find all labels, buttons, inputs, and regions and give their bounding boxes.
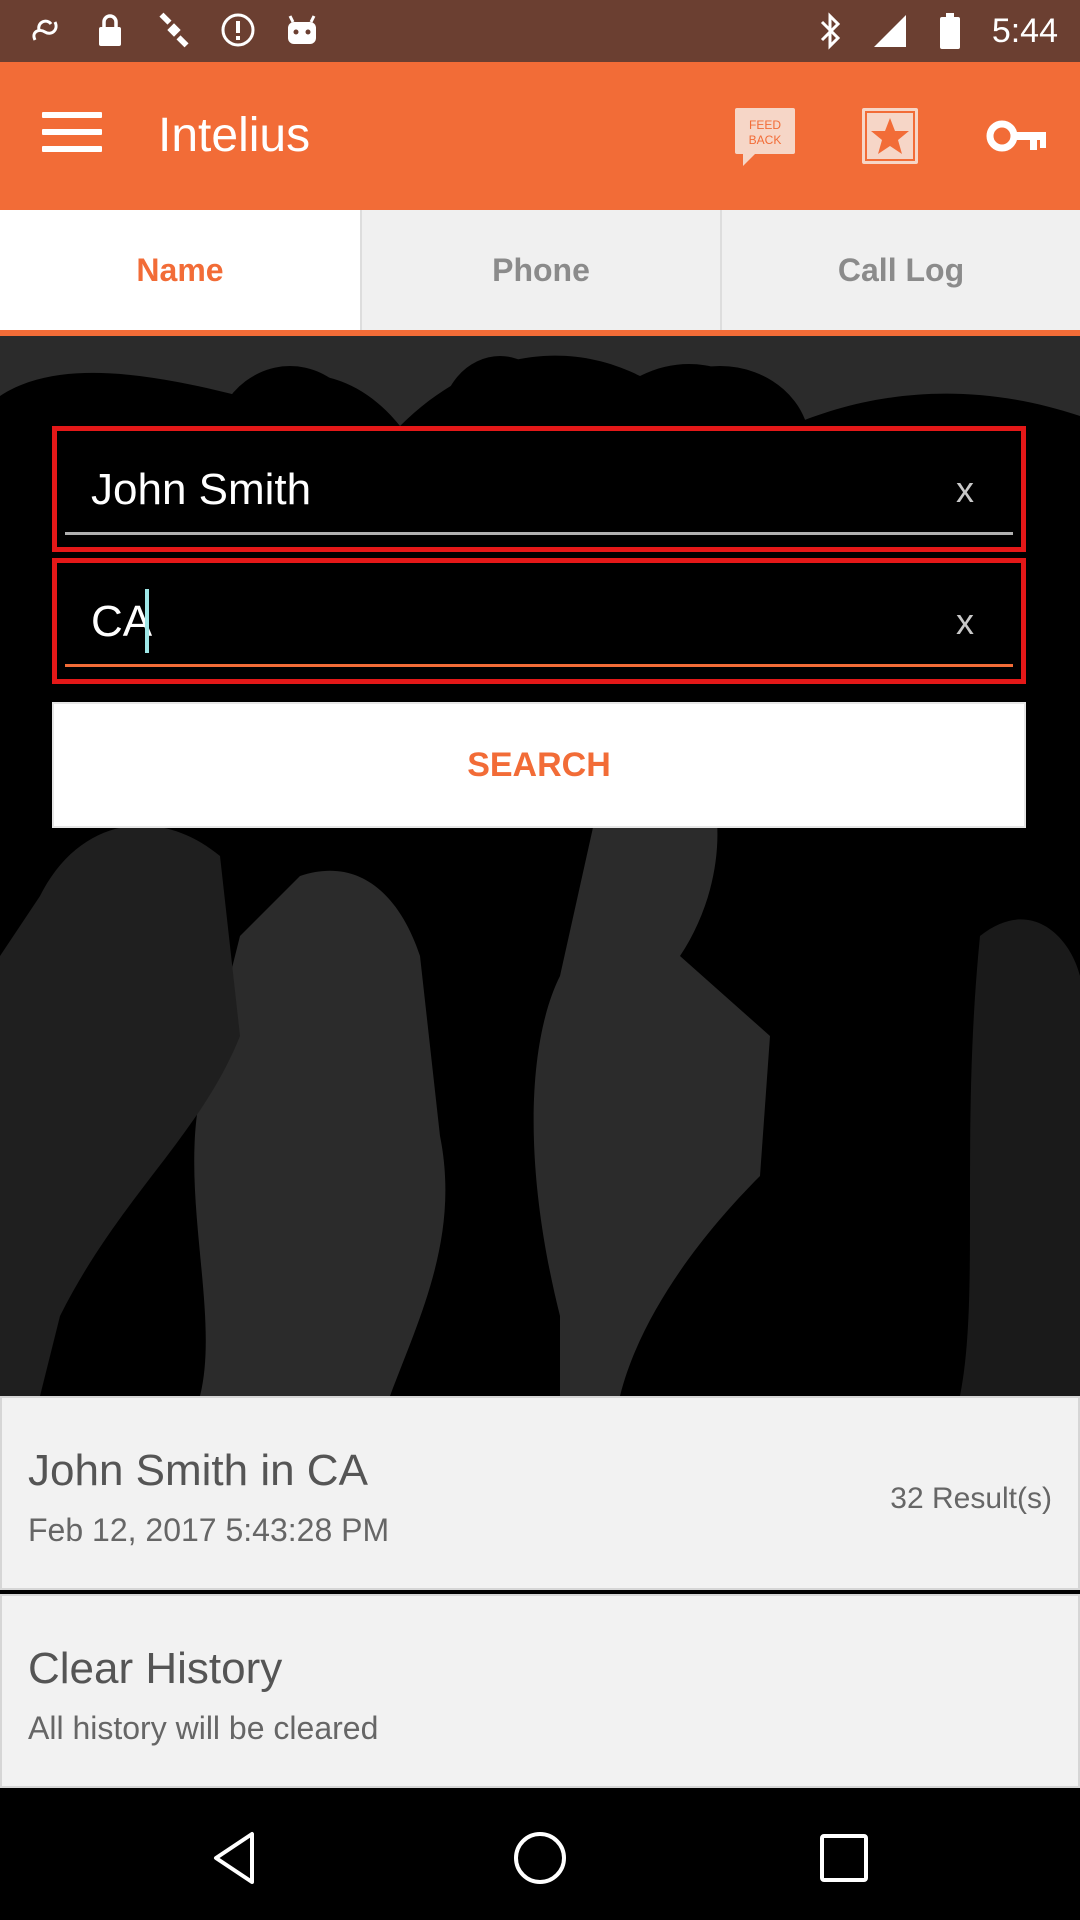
tab-call-log[interactable]: Call Log	[720, 210, 1080, 330]
home-icon[interactable]	[510, 1828, 570, 1888]
clock: 5:44	[991, 12, 1058, 50]
name-input-underline	[65, 532, 1013, 535]
clear-name-button[interactable]: x	[943, 465, 987, 515]
navigation-bar	[0, 1792, 1080, 1920]
alert-icon	[220, 10, 256, 50]
text-cursor	[145, 589, 149, 653]
android-icon	[284, 10, 320, 50]
tab-bar: Name Phone Call Log	[0, 210, 1080, 336]
lock-icon	[92, 10, 128, 50]
history-item-result-count: 32 Result(s)	[890, 1482, 1052, 1515]
feedback-label-line1: FEED	[749, 118, 781, 132]
key-button[interactable]	[986, 104, 1050, 168]
name-field-container: x	[52, 426, 1026, 552]
name-input[interactable]	[89, 459, 933, 521]
feedback-button[interactable]: FEED BACK	[733, 104, 797, 168]
clear-history-description: All history will be cleared	[28, 1710, 379, 1746]
history-item[interactable]: John Smith in CA Feb 12, 2017 5:43:28 PM…	[0, 1396, 1080, 1590]
feedback-label-line2: BACK	[749, 133, 782, 147]
app-bar: Intelius FEED BACK	[0, 62, 1080, 210]
notification-icon	[28, 10, 64, 50]
back-icon[interactable]	[206, 1828, 266, 1888]
status-bar: 5:44	[0, 0, 1080, 62]
clear-state-button[interactable]: x	[943, 597, 987, 647]
history-item-timestamp: Feb 12, 2017 5:43:28 PM	[28, 1512, 390, 1548]
state-input-underline	[65, 664, 1013, 667]
search-button[interactable]: SEARCH	[52, 702, 1026, 828]
app-title: Intelius	[158, 109, 311, 162]
state-field-container: x	[52, 558, 1026, 684]
history-item-title: John Smith in CA	[28, 1446, 368, 1495]
clear-history-item[interactable]: Clear History All history will be cleare…	[0, 1594, 1080, 1788]
key-icon	[986, 120, 1046, 152]
feedback-icon: FEED BACK	[735, 108, 795, 166]
star-icon	[862, 108, 918, 164]
battery-icon	[932, 11, 968, 51]
recents-icon[interactable]	[814, 1828, 874, 1888]
menu-icon[interactable]	[42, 112, 102, 160]
signal-icon	[872, 11, 908, 51]
favorites-button[interactable]	[858, 104, 922, 168]
tab-phone[interactable]: Phone	[360, 210, 720, 330]
satellite-icon	[156, 10, 192, 50]
clear-history-title: Clear History	[28, 1644, 283, 1693]
tab-name[interactable]: Name	[0, 210, 360, 330]
state-input[interactable]	[89, 591, 933, 653]
bluetooth-icon	[812, 11, 848, 51]
